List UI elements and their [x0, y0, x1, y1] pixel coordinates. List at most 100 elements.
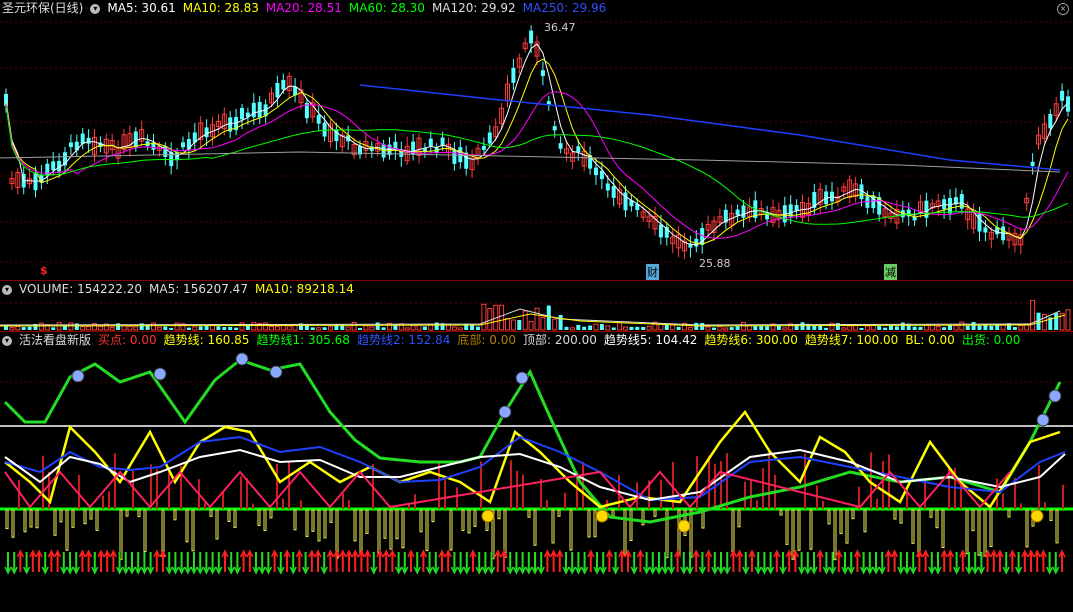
bottom-label: 底部: 0.00 [457, 333, 516, 347]
volume-bar [228, 326, 233, 330]
volume-bar [593, 323, 599, 331]
volume-bar [759, 326, 764, 330]
signal-bar [108, 491, 110, 509]
volume-bar [457, 327, 463, 331]
signal-bar [827, 509, 831, 525]
smiley-marker-icon [1030, 509, 1044, 523]
collapse-icon[interactable]: ▾ [2, 335, 12, 346]
signal-bar [18, 479, 20, 509]
ma20-label: MA20: 28.51 [265, 1, 342, 15]
face-marker-icon [515, 371, 529, 385]
candle-body [1048, 113, 1053, 129]
signal-bar [252, 503, 254, 509]
signal-bar [779, 509, 783, 516]
volume-bar [959, 321, 965, 331]
signal-bar [720, 461, 722, 509]
signal-bar [623, 509, 627, 555]
signal-bar [977, 509, 981, 556]
signal-bar [569, 509, 573, 551]
volume-bar [1054, 313, 1059, 330]
volume-label: VOLUME: 154222.20 [19, 282, 142, 296]
signal-bar [125, 509, 129, 517]
volume-bar [476, 326, 480, 330]
indicator-chart[interactable] [0, 332, 1073, 612]
volume-bar [363, 325, 369, 331]
signal-bar [215, 509, 219, 540]
volume-bar [847, 325, 853, 331]
volume-bar [859, 327, 864, 330]
volume-bar [900, 322, 905, 330]
signal-bar [1049, 509, 1053, 522]
candle-body [735, 209, 740, 216]
signal-bar [851, 509, 855, 520]
signal-bar [222, 492, 224, 509]
close-icon[interactable]: × [1057, 3, 1069, 15]
signal-bar [1044, 502, 1046, 509]
signal-bar [65, 509, 69, 551]
volume-bar [133, 326, 139, 331]
price-header: 圣元环保(日线) ▾ MA5: 30.61 MA10: 28.83 MA20: 28.5… [0, 0, 613, 16]
volume-bar [1065, 309, 1071, 331]
volume-bar [1018, 324, 1024, 331]
marker-cai[interactable]: 财 [646, 264, 659, 280]
volume-bar [629, 326, 634, 330]
collapse-icon[interactable]: ▾ [2, 284, 12, 295]
volume-bar [51, 327, 56, 330]
volume-bar [676, 326, 681, 330]
signal-bar [365, 509, 369, 534]
trend7-label: 趋势线7: 100.00 [804, 333, 899, 347]
price-chart[interactable] [0, 0, 1073, 280]
ma120-label: MA120: 29.92 [431, 1, 516, 15]
marker-dollar[interactable]: $ [40, 264, 48, 277]
signal-bar [845, 509, 849, 544]
marker-jian[interactable]: 减 [884, 264, 897, 280]
ma60-label: MA60: 28.30 [348, 1, 425, 15]
high-price-label: 36.47 [544, 21, 576, 34]
volume-bar [234, 327, 239, 330]
volume-bar [528, 321, 534, 331]
volume-bar [522, 310, 528, 331]
candle-body [741, 205, 746, 218]
signal-bar [35, 509, 39, 529]
candle-body [45, 163, 50, 176]
trend-label: 趋势线: 160.85 [163, 333, 250, 347]
signal-bar [401, 509, 405, 549]
signal-bar [551, 509, 555, 544]
volume-bar [481, 303, 487, 331]
stock-name: 圣元环保(日线) [2, 1, 84, 15]
volume-bar [204, 325, 209, 330]
signal-bar [473, 509, 477, 527]
volume-bar [582, 326, 587, 330]
volume-bar [700, 322, 705, 330]
signal-bar [5, 509, 9, 530]
volume-bar [251, 321, 257, 331]
signal-bar [1038, 465, 1040, 509]
signal-bar [809, 509, 813, 550]
signal-bar [587, 509, 591, 538]
face-marker-icon [153, 367, 167, 381]
signal-bar [611, 509, 615, 517]
signal-bar [1002, 493, 1004, 509]
signal-bar [359, 509, 363, 555]
signal-bar [911, 509, 915, 544]
volume-bar [912, 326, 917, 330]
volume-bar [369, 326, 375, 331]
collapse-icon[interactable]: ▾ [90, 3, 101, 14]
candle-body [529, 30, 534, 44]
signal-bar [941, 509, 945, 549]
candle-body [540, 70, 545, 77]
face-marker-icon [1036, 413, 1050, 427]
indicator-panel[interactable]: ▾ 活法看盘新版 买点: 0.00 趋势线: 160.85 趋势线1: 305.68 趋势… [0, 332, 1073, 612]
volume-bar [192, 326, 198, 331]
ma10-label: MA10: 28.83 [182, 1, 259, 15]
bl-label: BL: 0.00 [905, 333, 955, 347]
signal-bar [876, 498, 878, 509]
volume-panel[interactable]: ▾ VOLUME: 154222.20 MA5: 156207.47 MA10: 89… [0, 281, 1073, 331]
signal-bar [23, 509, 27, 533]
volume-bar [487, 308, 493, 331]
volume-bar [222, 327, 227, 330]
volume-bar [381, 327, 386, 330]
volume-bar [953, 325, 959, 331]
price-panel[interactable]: 圣元环保(日线) ▾ MA5: 30.61 MA10: 28.83 MA20: 28.5… [0, 0, 1073, 280]
signal-bar [449, 509, 453, 551]
